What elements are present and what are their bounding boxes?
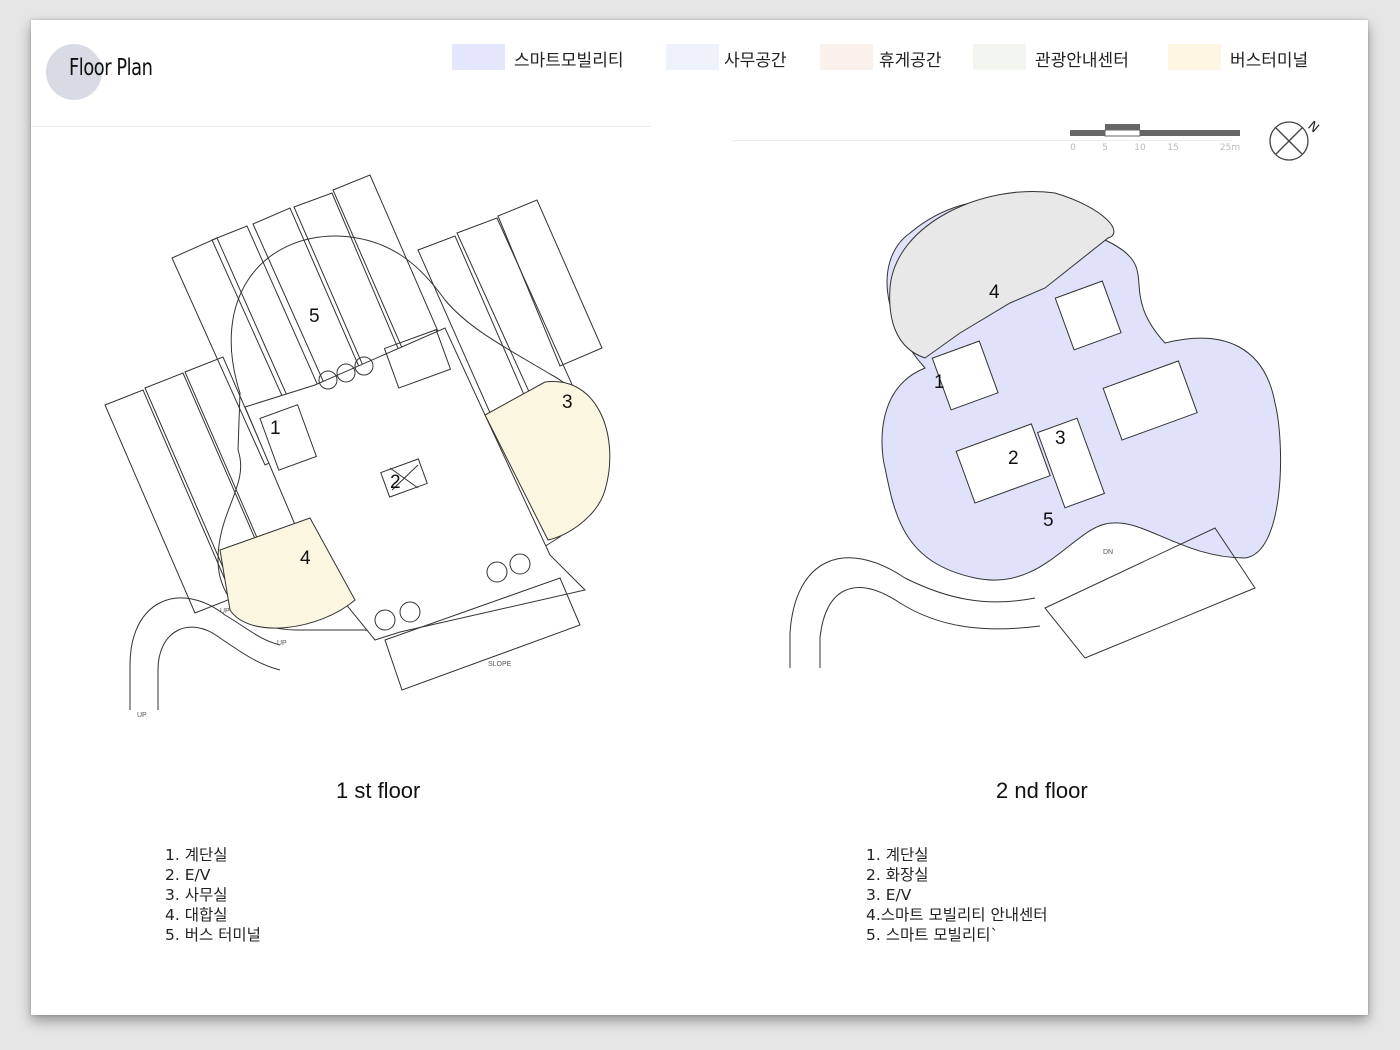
legend-label: 휴게공간 — [879, 51, 942, 71]
legend-swatch — [666, 44, 719, 70]
scale-tick: 15 — [1167, 143, 1178, 153]
room-marker: 4 — [989, 282, 1000, 303]
room-list-item: 2. E/V — [165, 866, 211, 884]
room-list-item: 3. 사무실 — [165, 886, 228, 904]
divider — [31, 126, 651, 127]
legend-label: 스마트모빌리티 — [514, 51, 624, 71]
room-list-item: 2. 화장실 — [866, 866, 929, 884]
scale-tick: 10 — [1134, 143, 1146, 153]
scale-tick: 0 — [1070, 143, 1076, 153]
legend-swatch — [1168, 44, 1221, 70]
second-floor-plan: 1 2 3 4 5 DN — [789, 191, 1282, 668]
room-list-item: 4.스마트 모빌리티 안내센터 — [866, 906, 1048, 924]
room-list-item: 1. 계단실 — [165, 846, 228, 864]
scale-tick: 5 — [1102, 143, 1108, 153]
first-floor-plan: 1 2 3 4 5 UP UP UP SLOPE — [104, 174, 611, 719]
room-list-item: 5. 스마트 모빌리티` — [866, 926, 999, 944]
legend-label: 버스터미널 — [1230, 51, 1309, 71]
floor-caption: 1 st floor — [336, 778, 421, 803]
room-list-item: 3. E/V — [866, 886, 912, 904]
room-marker: 3 — [562, 392, 573, 413]
legend-label: 사무공간 — [724, 51, 787, 71]
scale-and-north: 0 5 10 15 25m N — [1070, 119, 1322, 161]
legend-swatch — [820, 44, 873, 70]
annotation: UP — [277, 640, 287, 647]
room-list-item: 1. 계단실 — [866, 846, 929, 864]
annotation: DN — [1103, 549, 1113, 556]
scale-bar: 0 5 10 15 25m — [1070, 124, 1240, 153]
annotation: SLOPE — [488, 661, 512, 668]
room-list: 1. 계단실 2. E/V 3. 사무실 4. 대합실 5. 버스 터미널 — [165, 845, 261, 945]
room-marker: 3 — [1055, 428, 1066, 449]
annotation: UP — [137, 712, 147, 719]
room-list-item: 5. 버스 터미널 — [165, 926, 261, 944]
room-marker: 2 — [1008, 448, 1019, 469]
room-marker: 5 — [1043, 510, 1054, 531]
annotation: UP — [220, 608, 230, 615]
legend-swatch — [973, 44, 1026, 70]
legend-swatch — [452, 44, 505, 70]
legend-label: 관광안내센터 — [1035, 51, 1129, 71]
room-marker: 2 — [390, 472, 401, 493]
room-list: 1. 계단실 2. 화장실 3. E/V 4.스마트 모빌리티 안내센터 5. … — [866, 845, 1048, 945]
room-list-item: 4. 대합실 — [165, 906, 228, 924]
room-marker: 1 — [934, 372, 945, 393]
floor-caption: 2 nd floor — [996, 778, 1088, 803]
scale-tick: 25m — [1220, 143, 1240, 153]
room-marker: 1 — [270, 418, 281, 439]
north-arrow: N — [1269, 119, 1322, 161]
page-title: Floor Plan — [69, 55, 153, 81]
room-marker: 5 — [309, 306, 320, 327]
room-marker: 4 — [300, 548, 311, 569]
